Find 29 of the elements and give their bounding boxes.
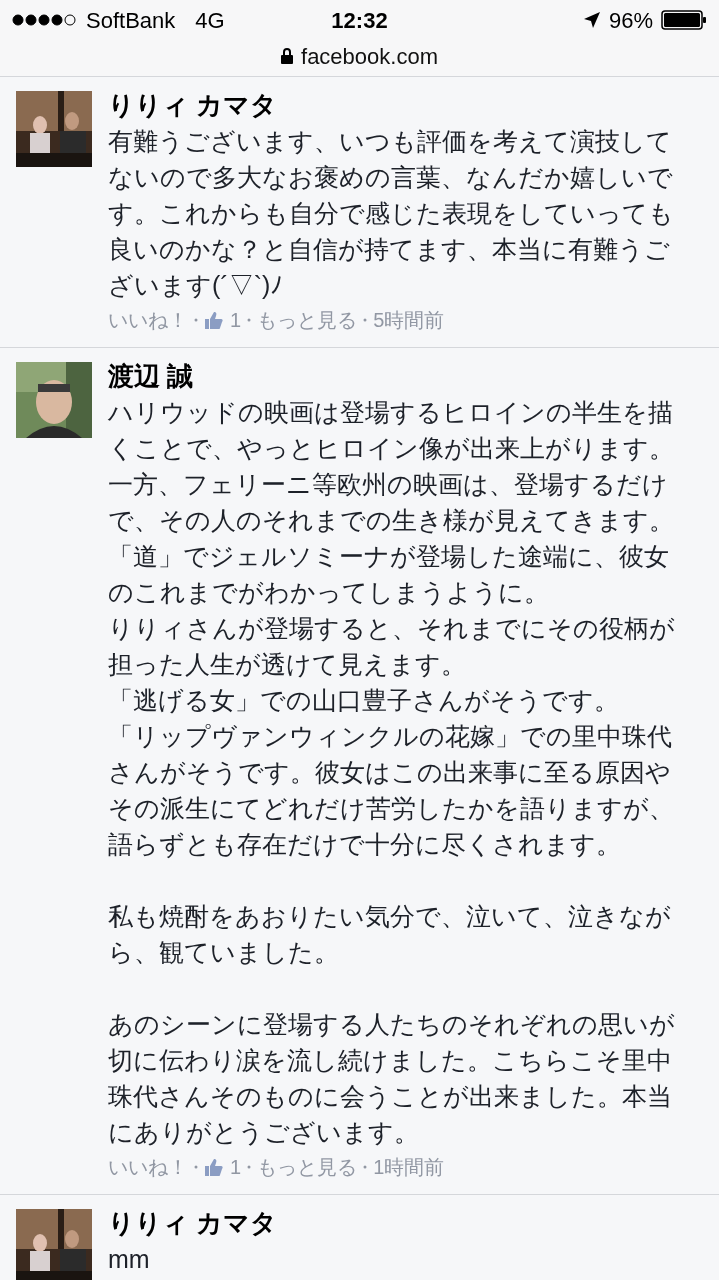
thumbs-up-icon — [204, 311, 224, 329]
comment-time: 1時間前 — [373, 1155, 445, 1180]
comment-text: あのシーンに登場する人たちのそれぞれの思いが 切に伝わり涙を流し続けました。こちらこそ里中 珠代さんそのものに会うことが出来ました。本当 にありがとうございます。 — [108, 1009, 675, 1148]
location-arrow-icon — [582, 11, 601, 29]
author-name[interactable]: りりィ カマタ — [108, 1205, 278, 1241]
lock-icon — [281, 48, 293, 64]
author-name[interactable]: 渡辺 誠 — [108, 358, 675, 394]
comment-text: ハリウッドの映画は登場するヒロインの半生を描 くことで、やっとヒロイン像が出来上がります。 一方、フェリーニ等欧州の映画は、登場するだけ で、その人のそれまでの生き様が見えてきます。 「道」でジェルソミーナが登場した途端に、彼女 のこれまでがわかってしまうように。 りりィさんが登場すると、それまでにその役柄が 担った人生が透けて見えます。 「逃げる女」での山口豊子さんがそうです。 「リップヴァンウィンクルの花嫁」での里中珠代 さんがそうです。彼女はこの出来事に至る原因や その派生にてどれだけ苦労したかを語りますが、 語らずとも存在だけで十分に尽くされます。 — [108, 397, 675, 860]
separator-dot — [247, 318, 252, 322]
separator-dot — [363, 1165, 368, 1169]
like-count: 1 — [230, 308, 242, 333]
status-time: 12:32 — [330, 6, 389, 35]
url-text[interactable]: facebook.com — [301, 39, 438, 73]
comment-text: mm — [108, 1244, 151, 1275]
signal-icon — [12, 14, 76, 26]
separator-dot — [194, 318, 198, 322]
carrier-name: SoftBank — [86, 6, 176, 35]
network-type: 4G — [195, 6, 225, 35]
separator-dot — [363, 318, 368, 322]
comment-time: 5時間前 — [373, 308, 445, 333]
thumbs-up-icon — [204, 1158, 224, 1176]
battery-percent: 96% — [608, 6, 653, 35]
comment-text: 私も焼酎をあおりたい気分で、泣いて、泣きなが ら、観ていました。 — [108, 901, 672, 968]
separator-dot — [247, 1165, 252, 1169]
separator-dot — [194, 1165, 198, 1169]
battery-icon — [661, 10, 707, 30]
author-name[interactable]: りりィ カマタ — [108, 87, 674, 123]
like-count: 1 — [230, 1155, 242, 1180]
comment-text: 有難うございます、いつも評価を考えて演技して ないので多大なお褒めの言葉、なんだか嬉しいで す。これからも自分で感じた表現をしていっても 良いのかな？と自信が持てます、本当に有難うご ざいます(´▽`)ﾉ — [108, 126, 674, 301]
